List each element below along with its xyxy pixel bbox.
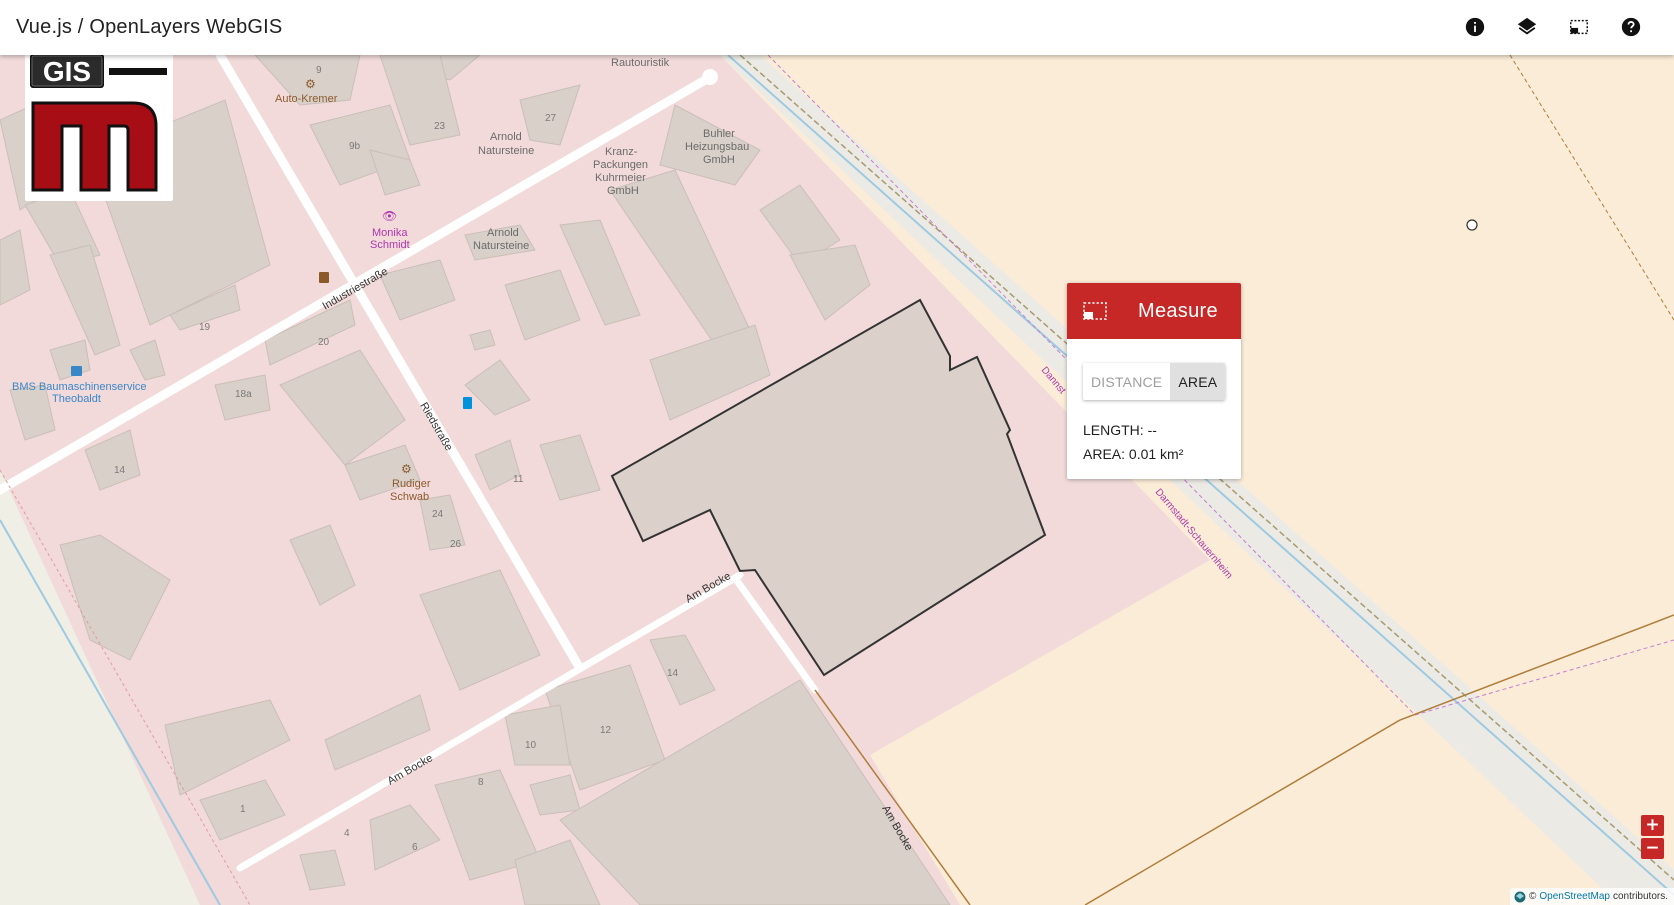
fuel-icon [463, 397, 472, 409]
logo-graphic: GIS [30, 54, 167, 192]
map-label: Natursteine [478, 145, 534, 157]
map-label: Schmidt [370, 239, 410, 251]
map-svg[interactable]: ⚙ 👁 ⚙ Rautouristik Auto-Kremer Arnold Na… [0, 0, 1674, 905]
map-label: Natursteine [473, 240, 529, 252]
house-number: 11 [513, 474, 524, 485]
map-label: Rudiger [392, 478, 431, 490]
house-number: 18a [235, 389, 252, 400]
layers-icon [1517, 17, 1537, 35]
measure-button[interactable] [1562, 10, 1596, 44]
car-repair-icon: ⚙ [305, 77, 316, 91]
length-readout: LENGTH: -- [1083, 422, 1157, 438]
app-root: ⚙ 👁 ⚙ Rautouristik Auto-Kremer Arnold Na… [0, 0, 1674, 905]
area-value: 0.01 km² [1128, 446, 1184, 462]
car-repair-icon-2: ⚙ [401, 462, 412, 476]
osm-link[interactable]: OpenStreetMap [1539, 891, 1610, 902]
house-number: 6 [412, 842, 418, 853]
map-label: GmbH [607, 185, 639, 197]
zoom-out-button[interactable]: − [1641, 838, 1664, 859]
area-mode-button[interactable]: AREA [1170, 363, 1226, 400]
measure-panel: Measure DISTANCE AREA LENGTH: -- AREA: 0… [1067, 283, 1241, 479]
map-attribution: © OpenStreetMap contributors. [1509, 888, 1674, 905]
house-number: 23 [434, 121, 446, 132]
attribution-suffix: contributors. [1612, 891, 1668, 902]
house-number: 19 [199, 322, 211, 333]
house-number: 20 [318, 337, 330, 348]
house-number: 14 [667, 668, 679, 679]
help-button[interactable] [1614, 10, 1648, 44]
map-label: BMS Baumaschinenservice [12, 381, 147, 393]
map-label: Schwab [390, 491, 429, 503]
house-number: 14 [114, 465, 126, 476]
house-number: 12 [600, 725, 612, 736]
house-number: 1 [240, 804, 246, 815]
measure-mode-toggle: DISTANCE AREA [1083, 363, 1226, 400]
map-label: Monika [372, 227, 408, 239]
road-end [702, 69, 718, 85]
house-number: 26 [450, 539, 462, 550]
distance-mode-button[interactable]: DISTANCE [1083, 363, 1171, 400]
layers-button[interactable] [1510, 10, 1544, 44]
map-label: Theobaldt [52, 393, 101, 405]
map-label: Arnold [487, 227, 519, 239]
selection-rect-icon [1083, 302, 1107, 320]
house-number: 9b [349, 141, 361, 152]
map-label: Buhler [703, 128, 735, 140]
length-label: LENGTH: [1083, 422, 1144, 438]
app-title: Vue.js / OpenLayers WebGIS [16, 16, 283, 38]
area-readout: AREA: 0.01 km² [1083, 446, 1183, 462]
house-number: 8 [478, 777, 484, 788]
house-number: 9 [316, 65, 322, 76]
measure-title: Measure [1138, 299, 1218, 322]
zoom-in-button[interactable]: + [1641, 815, 1664, 836]
map-canvas[interactable]: ⚙ 👁 ⚙ Rautouristik Auto-Kremer Arnold Na… [0, 0, 1674, 905]
info-icon [1465, 17, 1485, 37]
house-number: 4 [344, 828, 350, 839]
length-value: -- [1147, 422, 1157, 438]
gis-logo: GIS [25, 48, 173, 201]
top-toolbar: Vue.js / OpenLayers WebGIS [0, 0, 1674, 55]
map-label: Packungen [593, 159, 648, 171]
rental-icon [71, 366, 82, 376]
zoom-control: + − [1641, 815, 1664, 861]
map-label: Rautouristik [611, 57, 670, 69]
map-label: Auto-Kremer [275, 93, 338, 105]
map-label: Heizungsbau [685, 141, 749, 153]
map-label: Kuhrmeier [595, 172, 646, 184]
map-label: Arnold [490, 131, 522, 143]
info-button[interactable] [1458, 10, 1492, 44]
house-number: 27 [545, 113, 557, 124]
selection-rect-icon [1570, 19, 1588, 35]
map-label: GmbH [703, 154, 735, 166]
measure-panel-header: Measure [1067, 283, 1241, 339]
house-number: 10 [525, 740, 537, 751]
map-label: Kranz- [605, 146, 638, 158]
house-number: 24 [432, 509, 444, 520]
draw-cursor-point[interactable] [1466, 219, 1478, 231]
area-label: AREA: [1083, 446, 1126, 462]
shop-icon [319, 272, 329, 283]
logo-text: GIS [43, 56, 91, 87]
openlayers-logo-icon [1514, 891, 1526, 902]
help-icon [1621, 17, 1641, 37]
attribution-prefix: © [1528, 891, 1537, 902]
beauty-icon: 👁 [382, 209, 397, 223]
